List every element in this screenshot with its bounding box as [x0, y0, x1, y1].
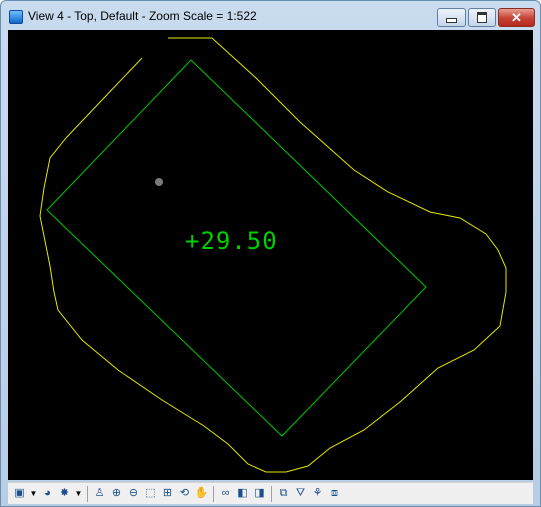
previous-view-icon[interactable]: ◧ — [236, 487, 250, 501]
drawing-viewport[interactable]: +29.50 — [8, 30, 533, 480]
dropdown-arrow-icon[interactable]: ▼ — [75, 487, 83, 501]
minimize-icon — [446, 18, 457, 23]
pan-view-icon[interactable]: ✋ — [195, 487, 209, 501]
zoom-in-icon[interactable]: ⊕ — [110, 487, 124, 501]
toolbar-separator — [271, 485, 272, 502]
next-view-icon[interactable]: ◨ — [253, 487, 267, 501]
zoom-out-icon[interactable]: ⊖ — [127, 487, 141, 501]
title-bar[interactable]: View 4 - Top, Default - Zoom Scale = 1:5… — [1, 1, 540, 31]
maximize-icon — [477, 12, 487, 23]
view-attributes-icon[interactable]: ▣ — [13, 487, 27, 501]
display-style-icon[interactable]: ◕ — [41, 487, 55, 501]
lighting-icon[interactable]: ✸ — [58, 487, 72, 501]
view-toolbar: ▣ ▼ ◕ ✸ ▼ ♙ ⊕ ⊖ ⬚ ⊞ ⟲ ✋ ∞ ◧ ◨ ⧉ ⛛ ⚘ ⧈ — [8, 482, 533, 504]
close-button[interactable]: ✕ — [498, 8, 535, 27]
view-window-icon[interactable] — [9, 10, 23, 24]
view-window: View 4 - Top, Default - Zoom Scale = 1:5… — [0, 0, 541, 507]
minimize-button[interactable] — [437, 8, 466, 27]
fit-view-icon[interactable]: ⊞ — [161, 487, 175, 501]
rotate-view-icon[interactable]: ⟲ — [178, 487, 192, 501]
close-icon: ✕ — [511, 10, 522, 25]
window-area-icon[interactable]: ⬚ — [144, 487, 158, 501]
maximize-button[interactable] — [468, 8, 496, 27]
clip-volume-icon[interactable]: ⛛ — [294, 487, 308, 501]
dropdown-arrow-icon[interactable]: ▼ — [30, 487, 38, 501]
drawing-canvas — [39, 37, 507, 473]
camera-icon[interactable]: ⧈ — [328, 487, 342, 501]
walk-icon[interactable]: ∞ — [219, 487, 233, 501]
survey-point-marker[interactable] — [155, 178, 163, 186]
toolbar-separator — [213, 485, 214, 502]
elevation-label[interactable]: +29.50 — [185, 227, 278, 255]
clip-mask-icon[interactable]: ⚘ — [311, 487, 325, 501]
update-view-icon[interactable]: ♙ — [93, 487, 107, 501]
window-title: View 4 - Top, Default - Zoom Scale = 1:5… — [28, 9, 257, 23]
view-rotation-icon[interactable]: ⧉ — [277, 487, 291, 501]
site-boundary-line[interactable] — [39, 37, 507, 473]
toolbar-separator — [87, 485, 88, 502]
